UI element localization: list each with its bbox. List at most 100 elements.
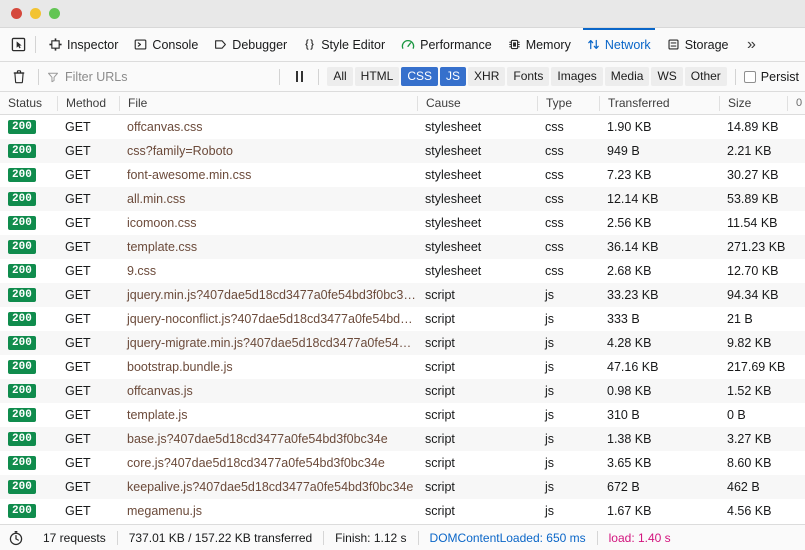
cell-cause: script bbox=[425, 312, 455, 326]
table-row[interactable]: 200 GET css?family=Roboto stylesheet css 949 … bbox=[0, 139, 805, 163]
cell-type: js bbox=[545, 288, 555, 302]
trash-icon[interactable] bbox=[8, 69, 30, 84]
search-input-wrapper[interactable] bbox=[47, 67, 272, 87]
column-header-cause[interactable]: Cause bbox=[417, 95, 537, 111]
cell-cause: script bbox=[425, 504, 455, 518]
element-picker-icon[interactable] bbox=[4, 28, 32, 61]
cell-transferred: 33.23 KB bbox=[607, 288, 659, 302]
memory-icon bbox=[508, 38, 521, 51]
filter-css[interactable]: CSS bbox=[401, 67, 439, 86]
cell-type: css bbox=[545, 120, 564, 134]
cell-cause: script bbox=[425, 288, 455, 302]
filter-all[interactable]: All bbox=[327, 67, 353, 86]
table-row[interactable]: 200 GET template.css stylesheet css 36.14 KB 2… bbox=[0, 235, 805, 259]
persist-checkbox[interactable] bbox=[743, 70, 756, 83]
persist-logs-toggle[interactable]: Persist bbox=[743, 70, 799, 84]
table-row[interactable]: 200 GET offcanvas.js script js 0.98 KB 1.52 KB bbox=[0, 379, 805, 403]
window-close-button[interactable] bbox=[11, 8, 22, 19]
filter-xhr[interactable]: XHR bbox=[468, 67, 506, 86]
cell-type: css bbox=[545, 168, 564, 182]
cell-size: 14.89 KB bbox=[727, 120, 779, 134]
table-row[interactable]: 200 GET jquery-noconflict.js?407dae5d18cd3… bbox=[0, 307, 805, 331]
cell-method: GET bbox=[65, 264, 91, 278]
tab-storage[interactable]: Storage bbox=[659, 28, 737, 61]
table-row[interactable]: 200 GET keepalive.js?407dae5d18cd3477a0fe5… bbox=[0, 475, 805, 499]
cell-method: GET bbox=[65, 456, 91, 470]
cell-type: js bbox=[545, 504, 555, 518]
table-row[interactable]: 200 GET bootstrap.bundle.js script js 47.16 K… bbox=[0, 355, 805, 379]
column-header-timeline[interactable]: 0 ms bbox=[787, 95, 805, 111]
table-row[interactable]: 200 GET 9.css stylesheet css 2.68 KB 12.70 KB bbox=[0, 259, 805, 283]
cell-timeline bbox=[787, 139, 805, 163]
tab-debugger[interactable]: Debugger bbox=[206, 28, 295, 61]
tab-console[interactable]: Console bbox=[126, 28, 206, 61]
column-header-type[interactable]: Type bbox=[537, 95, 599, 111]
table-row[interactable]: 200 GET jquery.min.js?407dae5d18cd3477a0fe… bbox=[0, 283, 805, 307]
filter-other[interactable]: Other bbox=[684, 67, 727, 86]
filter-js[interactable]: JS bbox=[440, 67, 467, 86]
status-badge: 200 bbox=[8, 192, 36, 206]
cell-cause: stylesheet bbox=[425, 120, 482, 134]
filter-html[interactable]: HTML bbox=[354, 67, 400, 86]
cell-status: 200 bbox=[0, 331, 57, 355]
table-row[interactable]: 200 GET megamenu.js script js 1.67 KB 4.56 KB bbox=[0, 499, 805, 523]
cell-timeline bbox=[787, 403, 805, 427]
cell-status: 200 bbox=[0, 499, 57, 523]
column-header-file[interactable]: File bbox=[119, 95, 417, 111]
cell-transferred: 2.56 KB bbox=[607, 216, 652, 230]
window-minimize-button[interactable] bbox=[30, 8, 41, 19]
status-badge: 200 bbox=[8, 408, 36, 422]
pause-icon[interactable] bbox=[288, 71, 310, 82]
cell-method: GET bbox=[65, 144, 91, 158]
tab-style-editor[interactable]: Style Editor bbox=[295, 28, 393, 61]
cell-transferred: 12.14 KB bbox=[607, 192, 659, 206]
cell-status: 200 bbox=[0, 475, 57, 499]
tab-inspector[interactable]: Inspector bbox=[41, 28, 126, 61]
column-header-status[interactable]: Status bbox=[0, 96, 57, 111]
table-row[interactable]: 200 GET template.js script js 310 B 0 B bbox=[0, 403, 805, 427]
cell-method: GET bbox=[65, 120, 91, 134]
cell-transferred: 7.23 KB bbox=[607, 168, 652, 182]
cell-cause: script bbox=[425, 360, 455, 374]
cell-transferred: 949 B bbox=[607, 144, 640, 158]
cell-file: jquery-noconflict.js?407dae5d18cd3477a0f… bbox=[127, 312, 417, 326]
table-row[interactable]: 200 GET font-awesome.min.css stylesheet css 7… bbox=[0, 163, 805, 187]
devtools-window: Inspector Console Debugger Style Editor … bbox=[0, 0, 805, 550]
table-row[interactable]: 200 GET icomoon.css stylesheet css 2.56 KB 11.… bbox=[0, 211, 805, 235]
column-header-size[interactable]: Size bbox=[719, 95, 787, 111]
column-header-method[interactable]: Method bbox=[57, 95, 119, 111]
stopwatch-icon[interactable] bbox=[8, 530, 24, 546]
table-row[interactable]: 200 GET core.js?407dae5d18cd3477a0fe54bd3f… bbox=[0, 451, 805, 475]
cell-file: core.js?407dae5d18cd3477a0fe54bd3f0bc34e bbox=[127, 456, 385, 470]
cell-transferred: 672 B bbox=[607, 480, 640, 494]
toolbar-overflow-icon[interactable]: » bbox=[738, 28, 764, 61]
table-row[interactable]: 200 GET base.js?407dae5d18cd3477a0fe54bd3f… bbox=[0, 427, 805, 451]
tab-network[interactable]: Network bbox=[579, 28, 659, 61]
table-row[interactable]: 200 GET offcanvas.css stylesheet css 1.90 KB 1… bbox=[0, 115, 805, 139]
cell-method: GET bbox=[65, 216, 91, 230]
table-row[interactable]: 200 GET jquery-migrate.min.js?407dae5d18cd… bbox=[0, 331, 805, 355]
filter-fonts[interactable]: Fonts bbox=[507, 67, 550, 86]
load-time: load: 1.40 s bbox=[608, 530, 671, 545]
request-count: 17 requests bbox=[43, 530, 106, 545]
column-header-transferred[interactable]: Transferred bbox=[599, 95, 719, 111]
cell-size: 21 B bbox=[727, 312, 753, 326]
tab-memory[interactable]: Memory bbox=[500, 28, 579, 61]
cell-transferred: 333 B bbox=[607, 312, 640, 326]
cell-type: css bbox=[545, 144, 564, 158]
cell-size: 1.52 KB bbox=[727, 384, 772, 398]
network-status-bar: 17 requests 737.01 KB / 157.22 KB transf… bbox=[0, 524, 805, 550]
cell-status: 200 bbox=[0, 211, 57, 235]
filter-media[interactable]: Media bbox=[604, 67, 650, 86]
window-maximize-button[interactable] bbox=[49, 8, 60, 19]
filter-ws[interactable]: WS bbox=[651, 67, 683, 86]
filter-images[interactable]: Images bbox=[551, 67, 603, 86]
network-filter-bar: All HTML CSS JS XHR Fonts Images Media W… bbox=[0, 62, 805, 92]
cell-file: base.js?407dae5d18cd3477a0fe54bd3f0bc34e bbox=[127, 432, 388, 446]
tab-label: Style Editor bbox=[321, 37, 386, 52]
search-input[interactable] bbox=[65, 69, 272, 84]
cell-method: GET bbox=[65, 408, 91, 422]
table-row[interactable]: 200 GET all.min.css stylesheet css 12.14 KB 53… bbox=[0, 187, 805, 211]
tab-performance[interactable]: Performance bbox=[393, 28, 500, 61]
cell-timeline bbox=[787, 211, 805, 235]
